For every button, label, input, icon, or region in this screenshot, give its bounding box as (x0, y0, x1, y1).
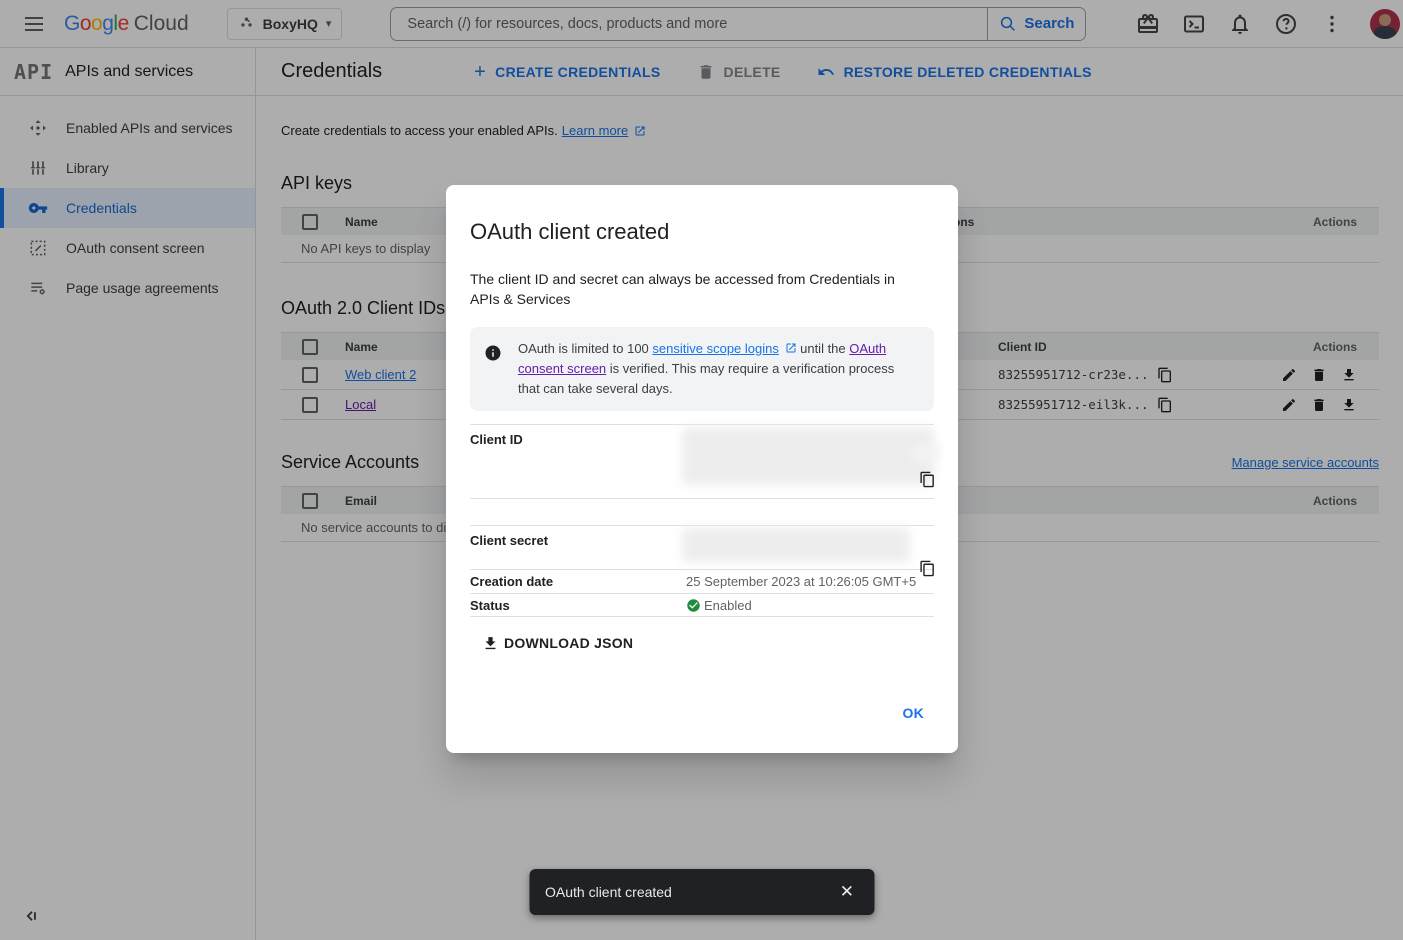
download-json-button[interactable]: DOWNLOAD JSON (470, 626, 633, 660)
check-circle-icon (686, 598, 701, 613)
info-icon (484, 344, 502, 362)
copy-icon[interactable] (919, 471, 936, 488)
download-icon (482, 635, 499, 652)
client-id-redacted-value (912, 445, 940, 461)
ok-button[interactable]: OK (893, 697, 935, 729)
dialog-title: OAuth client created (470, 219, 934, 245)
status-value: Enabled (704, 598, 752, 613)
creation-date-row: Creation date 25 September 2023 at 10:26… (470, 569, 934, 593)
creation-date-label: Creation date (470, 574, 686, 589)
client-id-redacted-value (682, 427, 934, 485)
dialog-subtitle: The client ID and secret can always be a… (470, 269, 910, 309)
client-secret-redacted-value (682, 528, 910, 562)
client-secret-label: Client secret (470, 526, 686, 569)
row-divider (470, 498, 934, 525)
creation-date-value: 25 September 2023 at 10:26:05 GMT+5 (686, 574, 934, 589)
external-link-icon (785, 342, 797, 354)
client-id-label: Client ID (470, 425, 686, 498)
client-id-row: Client ID (470, 424, 934, 498)
sensitive-scope-logins-link[interactable]: sensitive scope logins (652, 341, 778, 356)
oauth-limit-notice: OAuth is limited to 100 sensitive scope … (470, 327, 934, 411)
notice-text: until the (797, 341, 850, 356)
status-label: Status (470, 598, 686, 613)
oauth-client-created-dialog: OAuth client created The client ID and s… (446, 185, 958, 753)
notice-text: OAuth is limited to 100 (518, 341, 652, 356)
toast-message: OAuth client created (545, 884, 830, 900)
dialog-fields: Client ID Client secret Creation date 25… (470, 424, 934, 617)
status-row: Status Enabled (470, 593, 934, 617)
client-secret-row: Client secret (470, 525, 934, 569)
toast-notification: OAuth client created ✕ (529, 869, 874, 915)
close-icon[interactable]: ✕ (830, 874, 864, 910)
